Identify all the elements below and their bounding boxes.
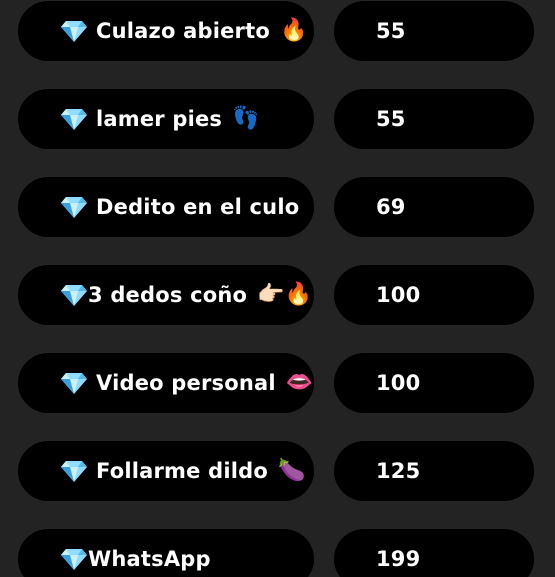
list-item: WhatsApp 199: [0, 529, 555, 577]
item-price: 125: [376, 459, 421, 483]
list-item: lamer pies 👣 55: [0, 89, 555, 149]
gem-icon: [61, 21, 87, 42]
gem-icon: [61, 109, 87, 130]
gem-icon: [61, 549, 87, 570]
eggplant-icon: 🍆: [277, 458, 306, 483]
item-name: WhatsApp: [88, 547, 211, 571]
list-item: Follarme dildo 🍆 125: [0, 441, 555, 501]
item-name-button[interactable]: Video personal 👄: [18, 353, 314, 413]
item-price-button[interactable]: 69: [334, 177, 534, 237]
item-name-button[interactable]: 3 dedos coño 👉🏻🔥: [18, 265, 314, 325]
item-name: Culazo abierto: [96, 19, 270, 43]
item-name-button[interactable]: Follarme dildo 🍆: [18, 441, 314, 501]
item-price-button[interactable]: 100: [334, 265, 534, 325]
list-item: 3 dedos coño 👉🏻🔥 100: [0, 265, 555, 325]
item-name: 3 dedos coño: [88, 283, 248, 307]
item-price-button[interactable]: 100: [334, 353, 534, 413]
gem-icon: [61, 373, 87, 394]
item-price-button[interactable]: 199: [334, 529, 534, 577]
price-list: Culazo abierto 🔥 55 lamer pies 👣 55 Dedi…: [0, 0, 555, 577]
item-name-button[interactable]: Culazo abierto 🔥: [18, 1, 314, 61]
item-name: Follarme dildo: [96, 459, 268, 483]
item-price-button[interactable]: 55: [334, 1, 534, 61]
fire-icon: 🔥: [279, 18, 308, 43]
item-price: 199: [376, 547, 421, 571]
list-item: Dedito en el culo 69: [0, 177, 555, 237]
item-price: 55: [376, 107, 406, 131]
item-price: 100: [376, 283, 421, 307]
item-name: Video personal: [96, 371, 276, 395]
gem-icon: [61, 197, 87, 218]
item-name-button[interactable]: Dedito en el culo: [18, 177, 314, 237]
lips-icon: 👄: [285, 370, 314, 395]
item-name: Dedito en el culo: [96, 195, 300, 219]
item-price-button[interactable]: 125: [334, 441, 534, 501]
pointing-finger-icon: 👉🏻🔥: [257, 282, 313, 307]
gem-icon: [61, 461, 87, 482]
item-price: 100: [376, 371, 421, 395]
item-price-button[interactable]: 55: [334, 89, 534, 149]
item-name-button[interactable]: WhatsApp: [18, 529, 314, 577]
list-item: Video personal 👄 100: [0, 353, 555, 413]
item-name: lamer pies: [96, 107, 223, 131]
footprints-icon: 👣: [232, 106, 260, 131]
gem-icon: [61, 285, 87, 306]
list-item: Culazo abierto 🔥 55: [0, 1, 555, 61]
item-price: 55: [376, 19, 406, 43]
item-name-button[interactable]: lamer pies 👣: [18, 89, 314, 149]
item-price: 69: [376, 195, 406, 219]
